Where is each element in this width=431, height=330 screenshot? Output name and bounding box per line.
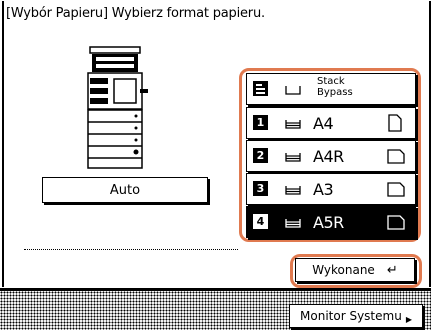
tray-button-2[interactable]: 2 A4R	[246, 140, 416, 172]
divider	[24, 249, 238, 250]
auto-button[interactable]: Auto	[42, 177, 208, 203]
system-monitor-label: Monitor Systemu	[300, 309, 402, 323]
paper-stack-icon	[285, 120, 301, 129]
landscape-paper-icon	[387, 149, 405, 164]
paper-stack-icon	[285, 219, 301, 228]
enter-arrow-icon: ↵	[386, 262, 398, 278]
tray-number: 2	[253, 148, 268, 163]
page-title: [Wybór Papieru] Wybierz format papieru.	[6, 6, 265, 21]
tray-number: 1	[253, 115, 268, 130]
tray-button-stack-bypass[interactable]: Stack Bypass	[246, 73, 416, 105]
paper-size: A3	[313, 180, 334, 199]
paper-tray-icon	[285, 86, 301, 95]
stack-bypass-label: Stack Bypass	[317, 76, 353, 98]
landscape-paper-icon	[387, 215, 405, 230]
paper-size: A4R	[313, 147, 344, 166]
paper-size: A5R	[313, 213, 344, 232]
paper-stack-icon	[285, 186, 301, 195]
tray-button-3[interactable]: 3 A3	[246, 173, 416, 205]
tray-button-1[interactable]: 1 A4	[246, 107, 416, 139]
paper-selection-screen: [Wybór Papieru] Wybierz format papieru. …	[0, 0, 431, 330]
printer-illustration	[87, 46, 148, 169]
tray-number: 3	[253, 181, 268, 196]
tray-button-4[interactable]: 4 A5R	[246, 206, 416, 238]
paper-stack-icon	[285, 153, 301, 162]
system-monitor-button[interactable]: Monitor Systemu ▶	[289, 304, 423, 328]
tray-number: 4	[253, 214, 268, 229]
paper-size: A4	[313, 114, 334, 133]
triangle-right-icon: ▶	[405, 314, 412, 324]
landscape-paper-icon	[387, 182, 405, 197]
done-button[interactable]: Wykonane ↵	[295, 258, 415, 282]
done-button-label: Wykonane	[312, 263, 375, 277]
stack-bypass-icon	[253, 81, 268, 96]
portrait-paper-icon	[388, 114, 402, 132]
